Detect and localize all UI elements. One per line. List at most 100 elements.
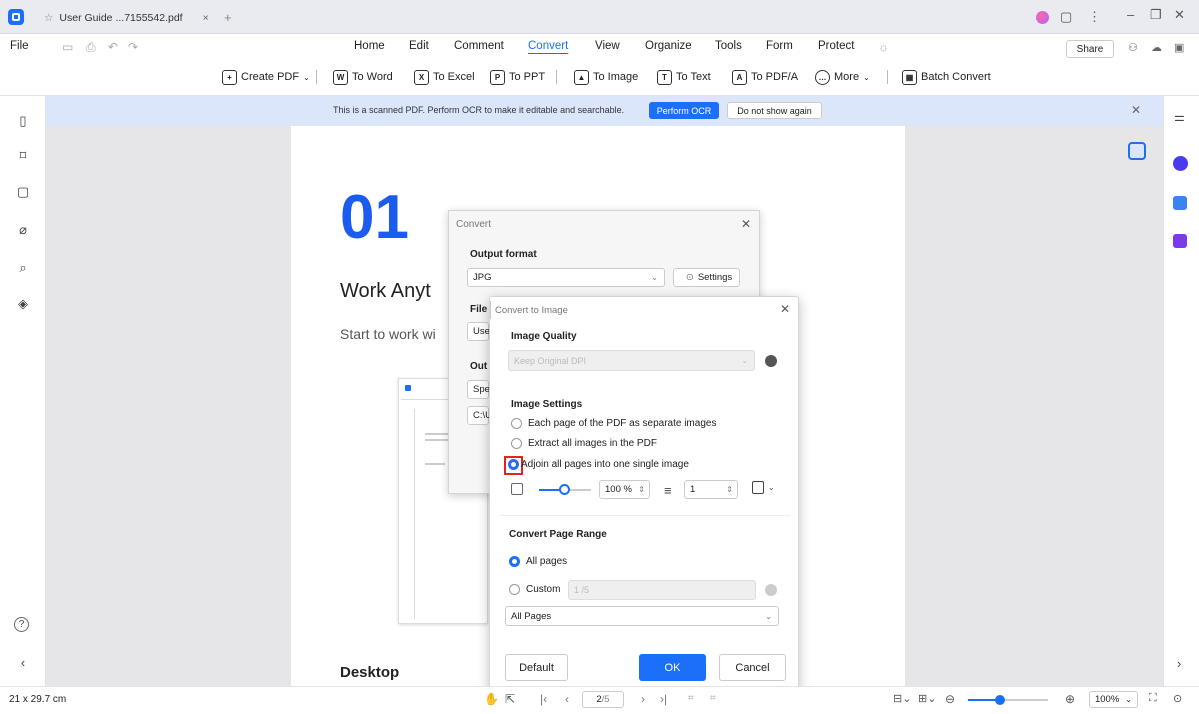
radio-separate[interactable] — [511, 418, 522, 429]
restore-icon[interactable]: ❐ — [1150, 7, 1162, 29]
first-page-icon[interactable]: |‹ — [540, 692, 547, 706]
output-folder-field[interactable]: Spe — [467, 380, 490, 399]
ai-assistant-icon[interactable] — [1173, 156, 1188, 171]
undo-icon[interactable]: ↶ — [108, 40, 118, 54]
custom-range-input[interactable]: 1 /5 — [568, 580, 756, 600]
to-image-button[interactable]: ▲ To Image — [574, 66, 638, 88]
star-icon[interactable]: ☆ — [44, 12, 53, 24]
border-style-dropdown[interactable]: ⌄ — [752, 481, 775, 494]
scale-input[interactable]: 100 % ⇕ — [599, 480, 650, 499]
comment-icon[interactable]: ▢ — [14, 184, 32, 202]
share-button[interactable]: Share — [1066, 40, 1114, 58]
view-mode-icon[interactable]: ⊟⌄ — [893, 692, 911, 705]
menu-comment[interactable]: Comment — [454, 40, 504, 52]
menu-edit[interactable]: Edit — [409, 40, 429, 52]
next-page-icon[interactable]: › — [641, 692, 645, 706]
people-icon[interactable]: ⚇ — [1128, 41, 1138, 54]
radio-extract[interactable] — [511, 438, 522, 449]
attachment-icon[interactable]: ⌀ — [14, 222, 32, 240]
fit-width-icon[interactable]: ⌗ — [688, 693, 694, 704]
page-number-input[interactable]: 2 /5 — [582, 691, 624, 708]
close-window-icon[interactable]: ✕ — [1174, 7, 1185, 29]
columns-input[interactable]: 1 ⇕ — [684, 480, 738, 499]
info-icon[interactable] — [765, 584, 777, 596]
stepper-icon[interactable]: ⇕ — [638, 485, 645, 494]
zoom-out-icon[interactable]: ⊖ — [945, 692, 955, 706]
more-button[interactable]: … More ⌄ — [815, 66, 870, 88]
hand-tool-icon[interactable]: ✋ — [484, 692, 499, 706]
to-text-button[interactable]: T To Text — [657, 66, 711, 88]
zoom-slider-handle[interactable] — [995, 695, 1005, 705]
to-pdfa-button[interactable]: A To PDF/A — [732, 66, 798, 88]
menu-home[interactable]: Home — [354, 40, 385, 52]
redo-icon[interactable]: ↷ — [128, 40, 138, 54]
info-icon[interactable] — [765, 355, 777, 367]
panel-icon[interactable]: ▢ — [1060, 9, 1072, 31]
image-quality-select[interactable]: Keep Original DPI ⌄ — [508, 350, 755, 371]
stepper-icon[interactable]: ⇕ — [726, 485, 733, 494]
new-tab-icon[interactable]: + — [224, 10, 232, 25]
collapse-left-icon[interactable]: ‹ — [14, 655, 32, 673]
ok-button[interactable]: OK — [639, 654, 706, 681]
slider-handle[interactable] — [559, 484, 570, 495]
translate-icon[interactable] — [1173, 196, 1187, 210]
batch-convert-button[interactable]: ▦ Batch Convert — [902, 66, 991, 88]
cancel-button[interactable]: Cancel — [719, 654, 786, 681]
cloud-icon[interactable]: ☁ — [1151, 41, 1162, 54]
radio-custom[interactable] — [509, 584, 520, 595]
document-tab[interactable]: ☆ User Guide ...7155542.pdf × — [44, 6, 224, 30]
reading-mode-icon[interactable]: ⊙ — [1173, 692, 1182, 705]
radio-all-pages[interactable] — [509, 556, 520, 567]
settings-button[interactable]: ⊙ Settings — [673, 268, 740, 287]
pages-select[interactable]: All Pages ⌄ — [505, 606, 779, 626]
prev-page-icon[interactable]: ‹ — [565, 692, 569, 706]
menu-tools[interactable]: Tools — [715, 40, 742, 52]
to-word-button[interactable]: W To Word — [333, 66, 393, 88]
zoom-select[interactable]: 100% ⌄ — [1089, 691, 1138, 708]
last-page-icon[interactable]: ›| — [660, 692, 667, 706]
file-menu[interactable]: File — [10, 40, 29, 52]
scale-slider[interactable] — [539, 484, 591, 495]
menu-form[interactable]: Form — [766, 40, 793, 52]
perform-ocr-button[interactable]: Perform OCR — [649, 102, 719, 119]
close-tab-icon[interactable]: × — [203, 12, 209, 24]
output-format-select[interactable]: JPG ⌄ — [467, 268, 665, 287]
option-all-pages[interactable]: All pages — [509, 556, 567, 567]
avatar[interactable] — [1036, 11, 1049, 24]
print-icon[interactable]: ⎙ — [86, 40, 96, 55]
close-dialog-icon[interactable]: ✕ — [741, 217, 751, 231]
fit-page-icon[interactable]: ⌗ — [710, 693, 716, 704]
option-adjoin-pages[interactable]: Adjoin all pages into one single image — [508, 459, 689, 470]
menu-protect[interactable]: Protect — [818, 40, 854, 52]
help-icon[interactable]: ? — [14, 617, 29, 632]
menu-organize[interactable]: Organize — [645, 40, 692, 52]
select-tool-icon[interactable]: ⇱ — [505, 692, 515, 706]
close-banner-icon[interactable]: ✕ — [1131, 103, 1141, 117]
more-vertical-icon[interactable]: ⋮ — [1088, 9, 1101, 31]
fullscreen-icon[interactable]: ⛶ — [1149, 692, 1157, 705]
layout-icon[interactable]: ⊞⌄ — [918, 692, 936, 705]
expand-icon[interactable]: ▣ — [1174, 41, 1184, 54]
close-image-dialog-icon[interactable]: ✕ — [780, 302, 790, 316]
option-separate-images[interactable]: Each page of the PDF as separate images — [511, 418, 716, 429]
lightbulb-icon[interactable]: ☼ — [878, 40, 889, 54]
bookmark-icon[interactable]: ⌑ — [14, 148, 32, 166]
page-icon[interactable]: ▯ — [14, 113, 32, 131]
file-field[interactable]: User — [467, 322, 493, 341]
zoom-slider[interactable] — [968, 695, 1048, 705]
to-ppt-button[interactable]: P To PPT — [490, 66, 545, 88]
save-icon[interactable]: ▭ — [62, 40, 73, 54]
minimize-icon[interactable]: – — [1127, 7, 1134, 29]
collapse-right-icon[interactable]: › — [1177, 656, 1181, 671]
default-button[interactable]: Default — [505, 654, 568, 681]
to-excel-button[interactable]: X To Excel — [414, 66, 475, 88]
layers-icon[interactable]: ◈ — [14, 296, 32, 314]
edit-badge-icon[interactable] — [1173, 234, 1187, 248]
menu-view[interactable]: View — [595, 40, 620, 52]
option-extract-images[interactable]: Extract all images in the PDF — [511, 438, 657, 449]
option-custom[interactable]: Custom — [509, 584, 560, 595]
do-not-show-button[interactable]: Do not show again — [727, 102, 822, 119]
search-icon[interactable]: ⌕ — [14, 260, 32, 278]
properties-icon[interactable]: ⚌ — [1174, 110, 1185, 124]
page-thumbnail-icon[interactable] — [1128, 142, 1146, 160]
